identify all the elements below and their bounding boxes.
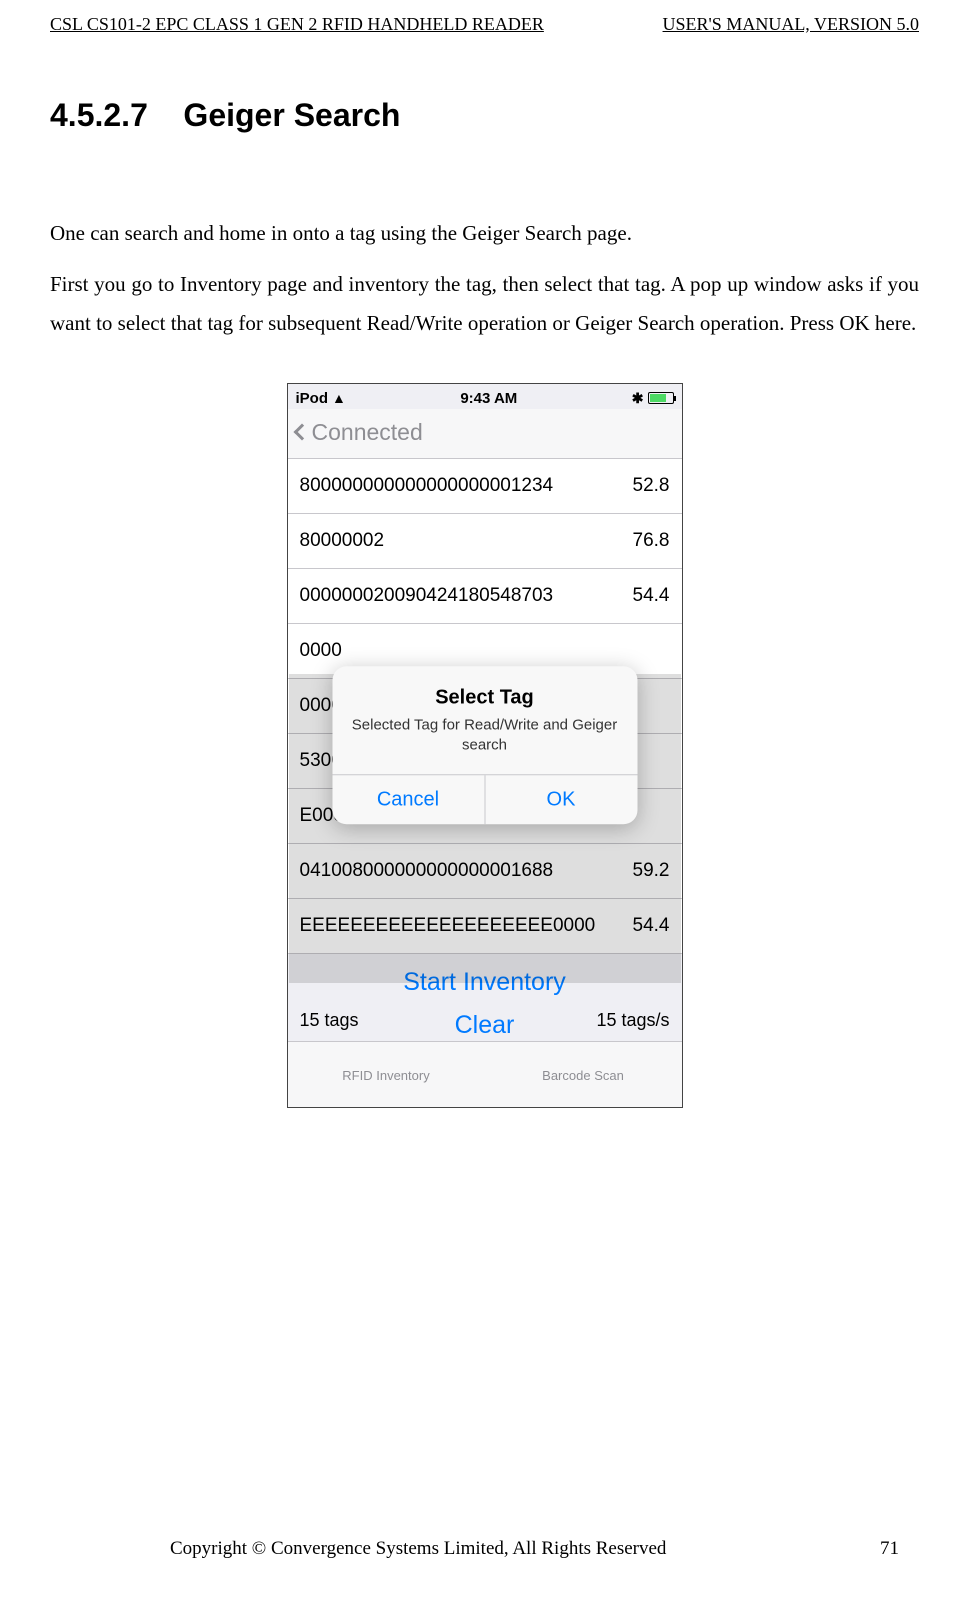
cancel-button[interactable]: Cancel <box>332 775 484 824</box>
tag-epc: EEEEEEEEEEEEEEEEEEEE0000 <box>300 915 596 937</box>
screenshot-figure: iPod ▲ 9:43 AM ✱ Connected 8000000000000… <box>50 383 919 1108</box>
list-item[interactable]: EEEEEEEEEEEEEEEEEEEE0000 54.4 <box>288 899 682 954</box>
wifi-icon: ▲ <box>332 390 346 406</box>
start-inventory-button[interactable]: Start Inventory <box>288 954 682 1011</box>
tag-value: 54.4 <box>633 585 670 607</box>
page-number: 71 <box>880 1538 899 1560</box>
header-right: USER'S MANUAL, VERSION 5.0 <box>663 14 919 35</box>
tag-value: 76.8 <box>633 530 670 552</box>
tag-epc: 80000002 <box>300 530 385 552</box>
paragraph: First you go to Inventory page and inven… <box>50 265 919 343</box>
device-label: iPod <box>296 390 329 407</box>
tag-value: 52.8 <box>633 475 670 497</box>
running-header: CSL CS101-2 EPC CLASS 1 GEN 2 RFID HANDH… <box>50 14 919 35</box>
back-label: Connected <box>312 419 423 446</box>
list-item[interactable]: 000000020090424180548703 54.4 <box>288 569 682 624</box>
tag-epc: 800000000000000000001234 <box>300 475 554 497</box>
section-heading: 4.5.2.7 Geiger Search <box>50 97 919 134</box>
select-tag-alert: Select Tag Selected Tag for Read/Write a… <box>332 666 637 824</box>
ok-button[interactable]: OK <box>484 775 637 824</box>
status-bar: iPod ▲ 9:43 AM ✱ <box>288 384 682 409</box>
alert-message: Selected Tag for Read/Write and Geiger s… <box>350 715 619 756</box>
tab-rfid-inventory[interactable]: RFID Inventory <box>288 1042 485 1107</box>
tag-epc: 0000 <box>300 640 342 662</box>
document-page: CSL CS101-2 EPC CLASS 1 GEN 2 RFID HANDH… <box>0 0 969 1108</box>
clock: 9:43 AM <box>460 390 517 407</box>
paragraph: One can search and home in onto a tag us… <box>50 214 919 253</box>
list-item[interactable]: 800000000000000000001234 52.8 <box>288 459 682 514</box>
chevron-left-icon <box>293 424 310 441</box>
copyright-text: Copyright © Convergence Systems Limited,… <box>170 1538 666 1560</box>
bluetooth-icon: ✱ <box>632 390 644 407</box>
tag-epc: 000000020090424180548703 <box>300 585 554 607</box>
tab-barcode-scan[interactable]: Barcode Scan <box>485 1042 682 1107</box>
section-title-text: Geiger Search <box>183 97 400 133</box>
tag-epc: 041008000000000000001688 <box>300 860 554 882</box>
tab-bar: RFID Inventory Barcode Scan <box>288 1041 682 1107</box>
device-frame: iPod ▲ 9:43 AM ✱ Connected 8000000000000… <box>287 383 683 1108</box>
list-item[interactable]: 041008000000000000001688 59.2 <box>288 844 682 899</box>
tag-value: 54.4 <box>633 915 670 937</box>
battery-icon <box>648 392 674 404</box>
page-footer: Copyright © Convergence Systems Limited,… <box>0 1538 969 1560</box>
header-left: CSL CS101-2 EPC CLASS 1 GEN 2 RFID HANDH… <box>50 14 544 35</box>
list-item[interactable]: 80000002 76.8 <box>288 514 682 569</box>
section-number: 4.5.2.7 <box>50 97 148 133</box>
alert-title: Select Tag <box>350 686 619 709</box>
navigation-bar: Connected <box>288 409 682 459</box>
back-button[interactable]: Connected <box>296 419 674 446</box>
tag-value: 59.2 <box>633 860 670 882</box>
